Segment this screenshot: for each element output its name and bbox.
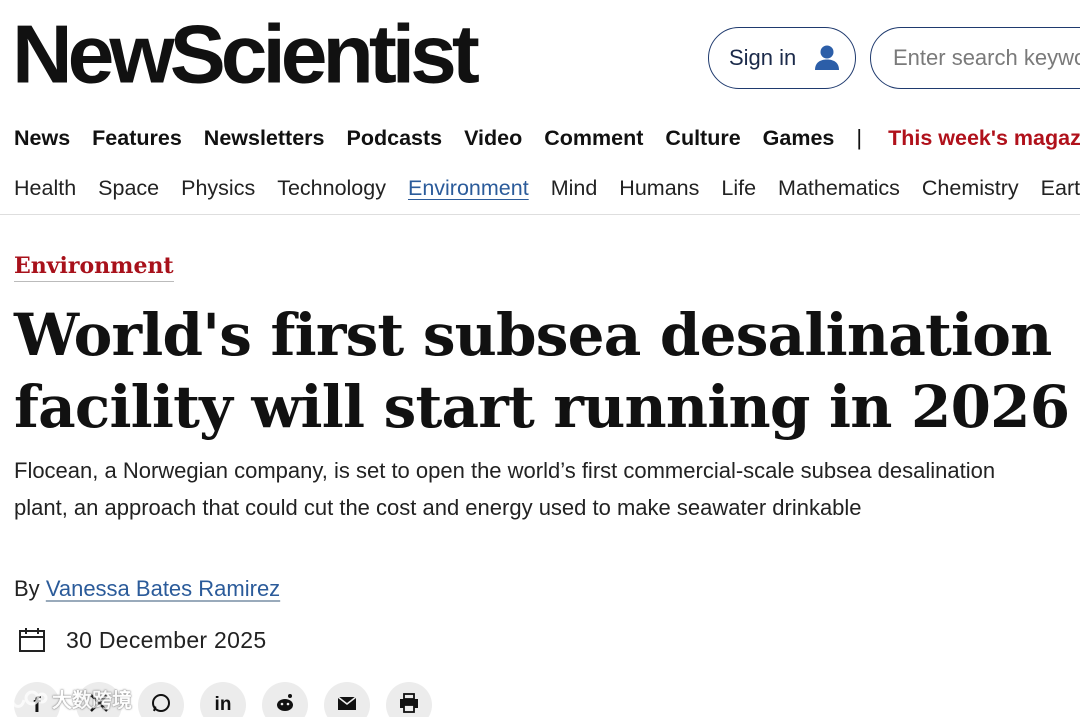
main-nav: News Features Newsletters Podcasts Video… bbox=[14, 122, 1080, 154]
share-bar: f in bbox=[14, 682, 432, 717]
topic-humans[interactable]: Humans bbox=[619, 176, 699, 201]
topic-space[interactable]: Space bbox=[98, 176, 159, 201]
sign-in-button[interactable]: Sign in bbox=[708, 27, 856, 89]
publish-date: 30 December 2025 bbox=[18, 626, 266, 654]
share-print-button[interactable] bbox=[386, 682, 432, 717]
share-facebook-button[interactable]: f bbox=[14, 682, 60, 717]
byline: By Vanessa Bates Ramirez bbox=[14, 576, 280, 602]
nav-podcasts[interactable]: Podcasts bbox=[347, 126, 443, 151]
topic-mathematics[interactable]: Mathematics bbox=[778, 176, 900, 201]
search-box[interactable] bbox=[870, 27, 1080, 89]
sign-in-label: Sign in bbox=[729, 45, 797, 70]
nav-this-weeks-magazine[interactable]: This week's magazine bbox=[888, 126, 1080, 151]
nav-features[interactable]: Features bbox=[92, 126, 182, 151]
topic-chemistry[interactable]: Chemistry bbox=[922, 176, 1019, 201]
topic-earth[interactable]: Earth bbox=[1041, 176, 1080, 201]
user-icon bbox=[812, 43, 842, 73]
article-category-link[interactable]: Environment bbox=[14, 253, 174, 282]
share-email-button[interactable] bbox=[324, 682, 370, 717]
publish-date-text: 30 December 2025 bbox=[66, 626, 267, 653]
share-whatsapp-button[interactable] bbox=[138, 682, 184, 717]
facebook-icon: f bbox=[33, 692, 41, 717]
topic-nav: Health Space Physics Technology Environm… bbox=[14, 172, 1080, 204]
whatsapp-icon bbox=[150, 692, 172, 717]
nav-culture[interactable]: Culture bbox=[665, 126, 740, 151]
calendar-icon bbox=[18, 626, 46, 654]
topic-environment[interactable]: Environment bbox=[408, 176, 529, 201]
site-logo[interactable]: NewScientist bbox=[12, 7, 480, 101]
site-header: NewScientist Sign in bbox=[0, 0, 1080, 110]
topic-life[interactable]: Life bbox=[721, 176, 756, 201]
nav-video[interactable]: Video bbox=[464, 126, 522, 151]
search-input[interactable] bbox=[893, 28, 1080, 88]
topic-mind[interactable]: Mind bbox=[551, 176, 598, 201]
print-icon bbox=[398, 692, 420, 717]
x-icon bbox=[88, 692, 110, 717]
share-x-button[interactable] bbox=[76, 682, 122, 717]
topic-physics[interactable]: Physics bbox=[181, 176, 255, 201]
topic-technology[interactable]: Technology bbox=[277, 176, 386, 201]
article-standfirst: Flocean, a Norwegian company, is set to … bbox=[14, 458, 996, 520]
share-reddit-button[interactable] bbox=[262, 682, 308, 717]
nav-games[interactable]: Games bbox=[763, 126, 835, 151]
nav-comment[interactable]: Comment bbox=[544, 126, 643, 151]
article-headline: World's first subsea desalination facili… bbox=[14, 301, 1070, 441]
linkedin-icon: in bbox=[214, 694, 232, 715]
nav-news[interactable]: News bbox=[14, 126, 70, 151]
author-link[interactable]: Vanessa Bates Ramirez bbox=[46, 576, 280, 601]
share-linkedin-button[interactable]: in bbox=[200, 682, 246, 717]
byline-prefix: By bbox=[14, 576, 40, 601]
reddit-icon bbox=[274, 692, 296, 717]
nav-divider bbox=[0, 214, 1080, 215]
nav-separator: | bbox=[856, 125, 863, 150]
nav-newsletters[interactable]: Newsletters bbox=[204, 126, 325, 151]
email-icon bbox=[336, 692, 358, 717]
topic-health[interactable]: Health bbox=[14, 176, 76, 201]
